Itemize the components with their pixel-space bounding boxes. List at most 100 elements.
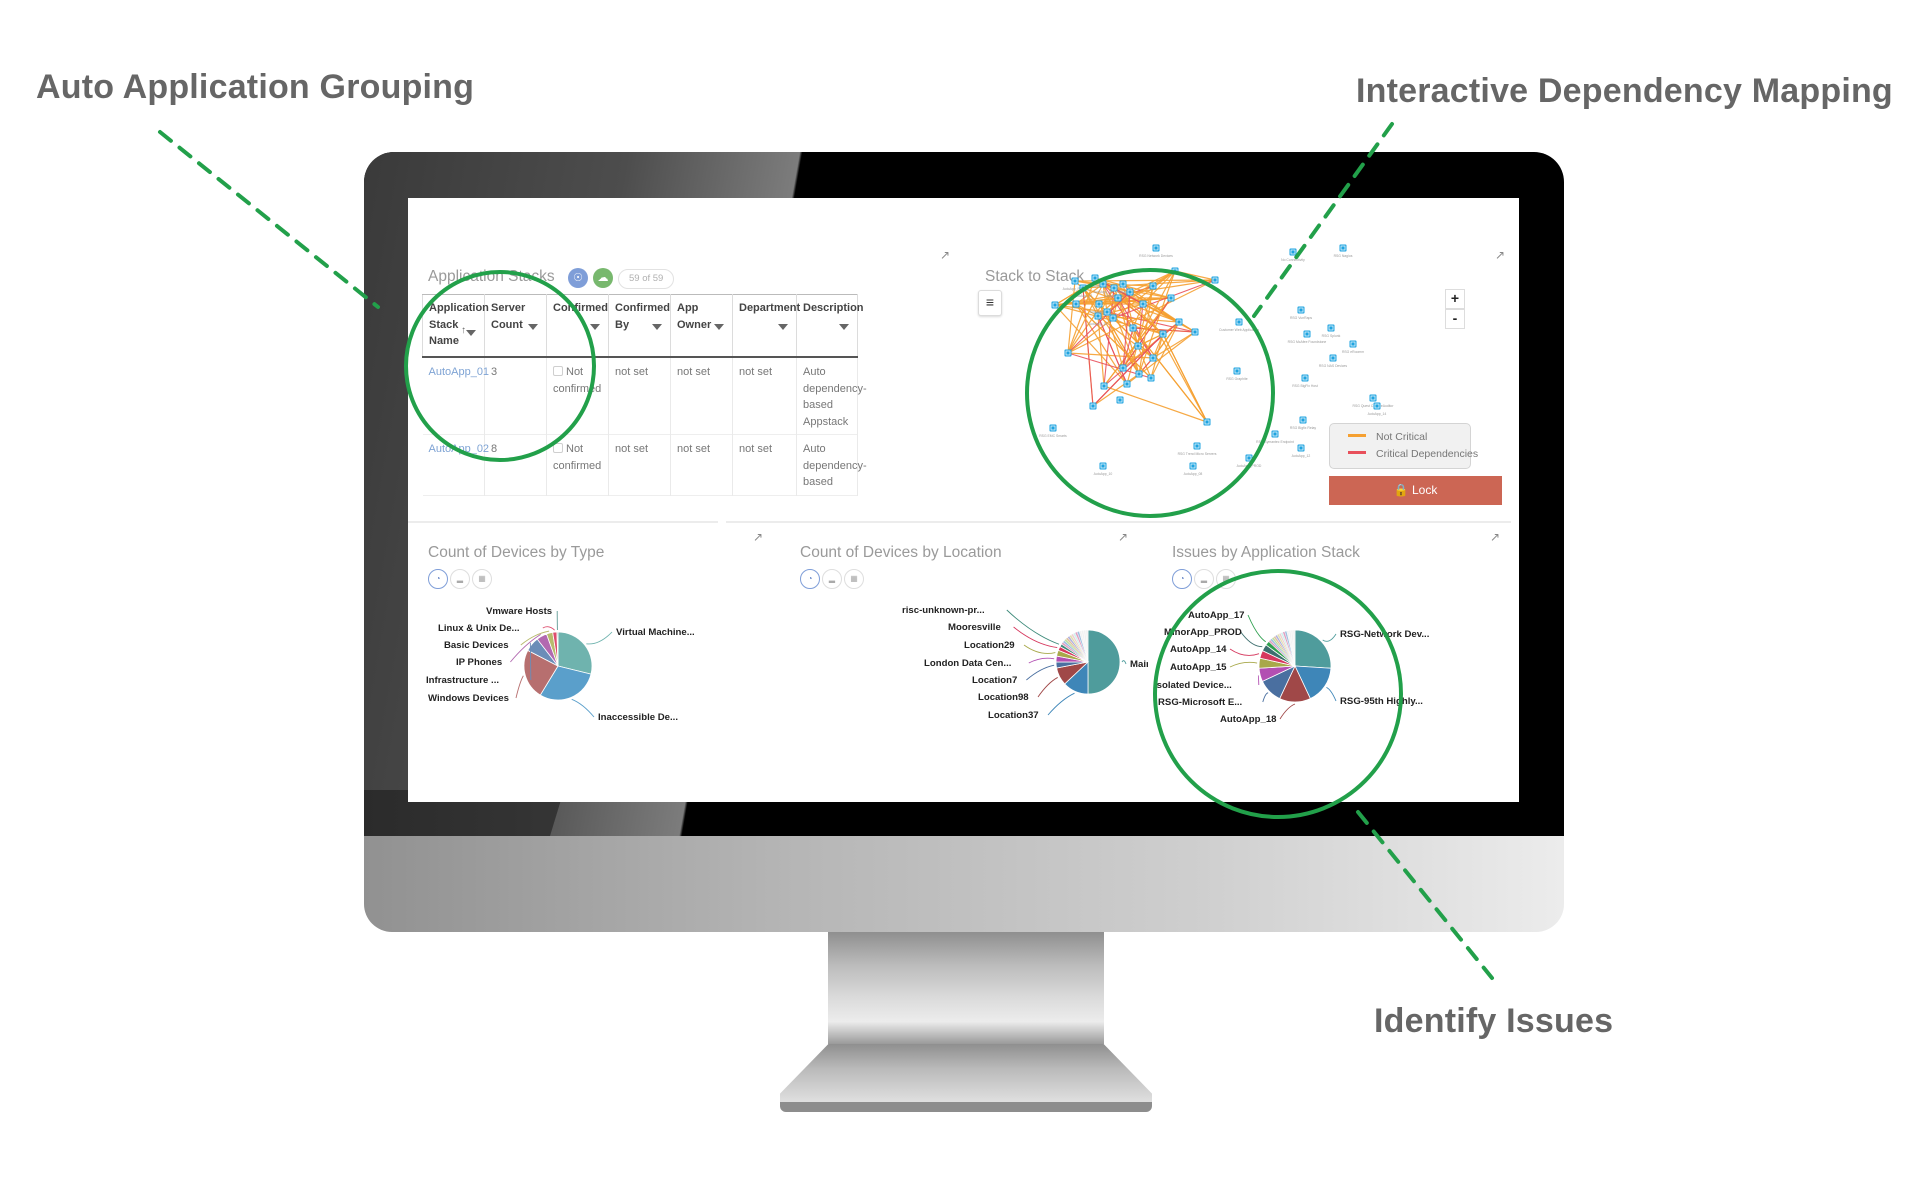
graph-node[interactable]: AutoApp_12 <box>1292 444 1311 459</box>
issues-by-app-stack-pie[interactable]: RSG-Network Dev... RSG-95th Highly... Auto… <box>1148 524 1519 802</box>
graph-node[interactable]: RSG Splunk <box>1322 324 1341 339</box>
column-header-server-count[interactable]: Server Count <box>484 294 547 357</box>
chevron-down-icon[interactable] <box>652 324 662 330</box>
chevron-down-icon[interactable] <box>778 324 788 330</box>
devices-by-location-pie[interactable]: Main Data Cent... Location37 Location98 Loc… <box>778 524 1148 802</box>
chevron-down-icon[interactable] <box>714 324 724 330</box>
pie-leader-line <box>1121 660 1127 665</box>
graph-node[interactable] <box>1171 267 1179 275</box>
graph-node[interactable] <box>1072 300 1080 308</box>
table-row: AutoApp_02 8 Not confirmed not set not s… <box>422 434 867 495</box>
expand-icon[interactable]: ↗ <box>938 248 952 262</box>
graph-node-label: RSG Nagios <box>1334 254 1353 258</box>
graph-node[interactable]: RSG Nagios <box>1334 244 1353 259</box>
column-header-confirmed-by[interactable]: Confirmed By <box>608 294 671 357</box>
graph-node[interactable] <box>1119 364 1127 372</box>
graph-node[interactable]: AutoApp_10 <box>1094 462 1113 477</box>
pie-label: risc-unknown-pr... <box>902 605 985 616</box>
graph-node[interactable]: RSG McAfee Foundstone <box>1288 330 1327 345</box>
record-count-badge: 59 of 59 <box>618 269 675 289</box>
graph-node[interactable] <box>1126 288 1134 296</box>
graph-node[interactable] <box>1114 294 1122 302</box>
zoom-out-button[interactable]: - <box>1445 309 1465 329</box>
graph-node[interactable]: RSG Network Devices <box>1139 244 1173 259</box>
graph-node[interactable] <box>1089 402 1097 410</box>
column-header-department[interactable]: Department <box>732 294 800 357</box>
graph-node[interactable]: AutoApp_PROD <box>1237 454 1262 469</box>
graph-node[interactable]: RSG VunRaps <box>1290 306 1312 321</box>
graph-node[interactable] <box>1135 370 1143 378</box>
column-label: Confirmed <box>553 302 608 314</box>
graph-node[interactable] <box>1051 301 1059 309</box>
graph-node[interactable] <box>1175 318 1183 326</box>
graph-node[interactable]: RSG Bigfix Relay <box>1290 416 1316 431</box>
graph-node[interactable]: Customer Web Application <box>1219 318 1259 333</box>
graph-node[interactable]: No Connectivity <box>1281 248 1305 263</box>
graph-node[interactable]: RSG NAS Devices <box>1319 354 1348 369</box>
chevron-down-icon[interactable] <box>466 330 476 336</box>
chevron-down-icon[interactable] <box>528 324 538 330</box>
legend-swatch <box>1348 434 1366 437</box>
graph-node[interactable] <box>1149 282 1157 290</box>
graph-node[interactable]: RSG Quest ChangeAuditor <box>1353 394 1395 409</box>
pie-leader-line <box>542 626 555 631</box>
graph-node[interactable] <box>1211 276 1219 284</box>
graph-node[interactable] <box>1109 314 1117 322</box>
graph-node[interactable] <box>1147 374 1155 382</box>
graph-node[interactable]: RSG EMC Smarts <box>1039 424 1067 439</box>
column-header-confirmed[interactable]: Confirmed <box>546 294 609 357</box>
server-node-icon <box>1297 444 1305 452</box>
app-stack-link[interactable]: AutoApp_01 <box>429 366 490 378</box>
lock-button[interactable]: 🔒 Lock <box>1329 476 1502 505</box>
graph-node[interactable] <box>1123 380 1131 388</box>
cloud-download-icon[interactable]: ☁ <box>593 268 613 288</box>
graph-node[interactable] <box>1203 418 1211 426</box>
dependency-graph[interactable]: AutoApp_14 AutoApp_PROD AutoApp_12 AutoApp_… <box>963 198 1519 520</box>
pie-leader-line <box>1262 692 1269 703</box>
graph-node-label: RSG EMC Smarts <box>1039 434 1067 438</box>
graph-node[interactable] <box>1129 324 1137 332</box>
graph-node[interactable]: RSG Symantec Endpoint <box>1256 430 1294 445</box>
graph-node[interactable]: RSG BigFix Host <box>1292 374 1318 389</box>
panel-divider <box>408 521 718 523</box>
app-stack-link[interactable]: AutoApp_02 <box>429 443 490 455</box>
graph-node[interactable] <box>1191 328 1199 336</box>
graph-node[interactable] <box>1100 382 1108 390</box>
zoom-in-button[interactable]: + <box>1445 289 1465 309</box>
graph-node-label: RSG Quest ChangeAuditor <box>1353 404 1395 408</box>
chevron-down-icon[interactable] <box>839 324 849 330</box>
column-header-description[interactable]: Description <box>796 294 864 357</box>
pie-label: RSG-95th Highly... <box>1340 696 1423 707</box>
confirm-checkbox[interactable] <box>553 366 563 376</box>
graph-node[interactable] <box>1139 300 1147 308</box>
pie-slice[interactable] <box>1294 629 1332 669</box>
graph-node[interactable]: RSG Graphite <box>1226 367 1248 382</box>
column-header-app-owner[interactable]: App Owner <box>670 294 733 357</box>
graph-node[interactable]: RSG eRoomm <box>1342 340 1364 355</box>
description-cell: Auto dependency-based <box>796 434 867 495</box>
chevron-down-icon[interactable] <box>590 324 600 330</box>
graph-node[interactable] <box>1134 342 1142 350</box>
pie-slice[interactable] <box>1087 629 1121 695</box>
graph-node[interactable]: AutoApp_08 <box>1184 462 1203 477</box>
graph-node[interactable] <box>1149 354 1157 362</box>
graph-node[interactable]: RSG Trend Micro Servers <box>1178 442 1217 457</box>
server-node-icon <box>1119 364 1127 372</box>
dependency-edge[interactable] <box>1174 270 1216 281</box>
graph-node[interactable] <box>1064 349 1072 357</box>
graph-node[interactable] <box>1103 308 1111 316</box>
legend-swatch <box>1348 451 1366 454</box>
server-node-icon <box>1203 418 1211 426</box>
confirm-checkbox[interactable] <box>553 443 563 453</box>
eye-slash-icon[interactable]: ☉ <box>568 268 588 288</box>
graph-node[interactable] <box>1116 396 1124 404</box>
critical-dependency-edge[interactable] <box>1092 333 1164 407</box>
server-node-icon <box>1114 294 1122 302</box>
devices-by-type-pie[interactable]: Virtual Machine... Inaccessible De... Wind… <box>408 524 778 802</box>
graph-node-label: RSG BigFix Host <box>1292 384 1318 388</box>
column-header-app-stack-name[interactable]: Application Stack Name ↑ <box>422 294 489 357</box>
callout-auto-application-grouping: Auto Application Grouping <box>36 68 475 106</box>
server-node-icon <box>1139 300 1147 308</box>
graph-node[interactable] <box>1159 330 1167 338</box>
graph-node[interactable] <box>1167 294 1175 302</box>
